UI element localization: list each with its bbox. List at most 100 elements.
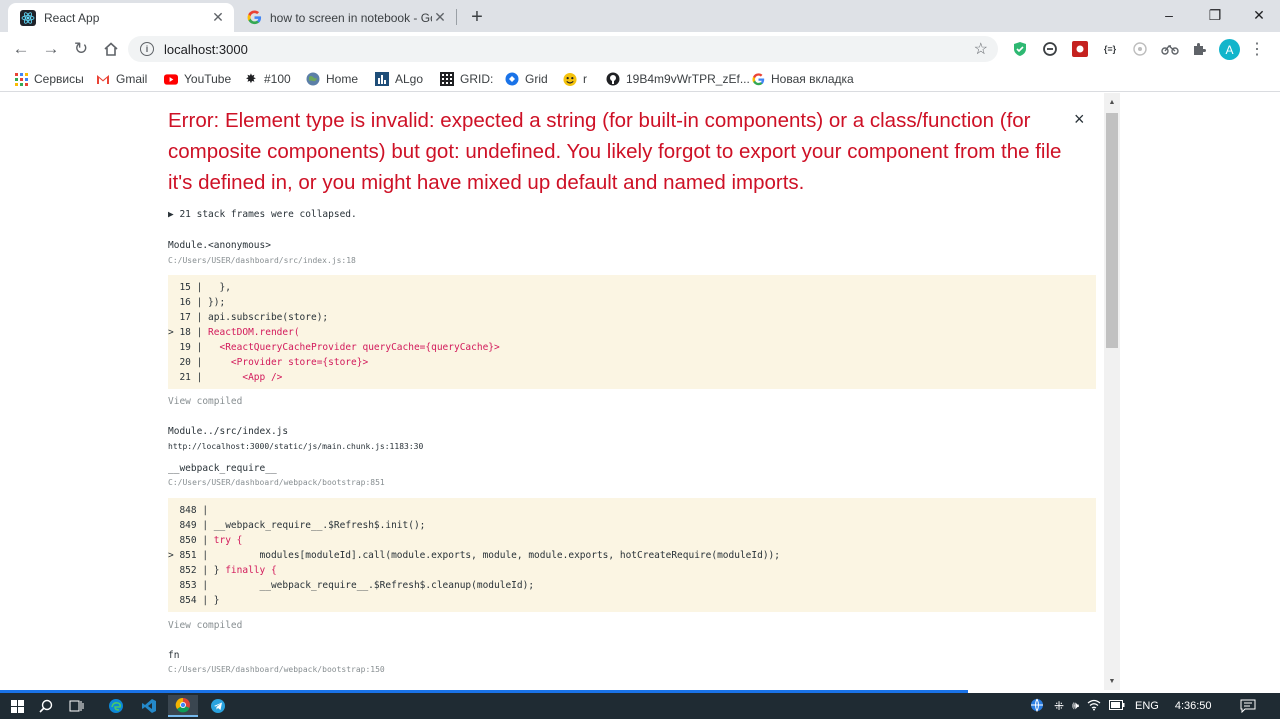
tab-strip: React App ✕ how to screen in notebook - … <box>0 0 1280 32</box>
bookmark-gmail[interactable]: Gmail <box>96 70 147 88</box>
language-indicator[interactable]: ENG <box>1135 700 1159 712</box>
error-overlay: Error: Element type is invalid: expected… <box>0 93 1104 690</box>
sync-extension-icon[interactable] <box>1041 40 1059 58</box>
bookmark-label: Home <box>326 72 359 86</box>
grid-circle-icon <box>505 72 519 86</box>
code-line-highlighted: > 18 | ReactDOM.render( <box>168 327 300 338</box>
bike-extension-icon[interactable] <box>1161 40 1179 58</box>
frame-file-link[interactable]: http://localhost:3000/static/js/main.chu… <box>168 442 423 451</box>
code-line: 17 | api.subscribe(store); <box>168 312 329 323</box>
frame-file-link[interactable]: C:/Users/USER/dashboard/webpack/bootstra… <box>168 478 385 487</box>
collapsed-frames-toggle[interactable]: ▶ 21 stack frames were collapsed. <box>168 209 357 220</box>
pinwheel-extension-icon[interactable] <box>1131 40 1149 58</box>
red-extension-icon[interactable] <box>1071 40 1089 58</box>
frame-file-link[interactable]: C:/Users/USER/dashboard/webpack/bootstra… <box>168 665 385 674</box>
address-bar[interactable]: i localhost:3000 ☆ <box>128 36 998 62</box>
code-line: 854 | } <box>168 595 220 606</box>
view-compiled-link[interactable]: View compiled <box>168 396 242 407</box>
frame-function: __webpack_require__ <box>168 463 277 474</box>
bookmark-label: r <box>583 72 587 86</box>
minimize-button[interactable]: – <box>1146 0 1192 30</box>
code-snippet: 848 | 849 | __webpack_require__.$Refresh… <box>168 498 1096 612</box>
tab-google-search[interactable]: how to screen in notebook - Goo ✕ <box>234 3 456 32</box>
maximize-button[interactable]: ❐ <box>1192 0 1238 30</box>
scrollbar-thumb[interactable] <box>1106 113 1118 348</box>
codeforces-icon: ✸ <box>245 71 257 86</box>
edge-taskbar-button[interactable] <box>101 695 131 717</box>
home-icon <box>104 42 118 56</box>
bookmark-github-link[interactable]: 19B4m9vWrTPR_zEf... <box>606 70 750 88</box>
bookmark-home[interactable]: Home <box>306 70 358 88</box>
site-info-icon[interactable]: i <box>140 42 154 56</box>
system-tray: ⁜ 🕪 ENG 4:36:50 <box>1030 693 1212 719</box>
bookmark-new-tab[interactable]: Новая вкладка <box>751 70 854 88</box>
scroll-down-icon[interactable]: ▼ <box>1104 675 1120 687</box>
youtube-icon <box>164 72 178 86</box>
tab-separator <box>456 9 457 25</box>
frame-file-link[interactable]: C:/Users/USER/dashboard/src/index.js:18 <box>168 256 356 265</box>
bookmark-label: Сервисы <box>34 72 84 86</box>
telegram-taskbar-button[interactable] <box>203 695 233 717</box>
task-view-button[interactable] <box>62 695 92 717</box>
code-line: 16 | }); <box>168 297 226 308</box>
shield-extension-icon[interactable] <box>1011 40 1029 58</box>
start-button[interactable] <box>2 695 32 717</box>
gmail-icon <box>96 72 110 86</box>
bookmarks-bar: Сервисы Gmail YouTube ✸ #100 Home ALgo G… <box>0 66 1280 92</box>
back-button[interactable]: ← <box>8 36 34 62</box>
close-window-button[interactable]: ✕ <box>1236 0 1280 30</box>
bookmark-label: GRID: <box>460 72 494 86</box>
json-extension-icon[interactable]: {≡} <box>1101 40 1119 58</box>
bookmark-label: ALgo <box>395 72 424 86</box>
tab-close-icon[interactable]: ✕ <box>432 9 448 26</box>
bookmark-100[interactable]: ✸ #100 <box>244 70 291 88</box>
network-globe-icon[interactable] <box>1030 698 1044 715</box>
tab-close-icon[interactable]: ✕ <box>210 9 226 26</box>
search-button[interactable] <box>31 695 61 717</box>
bookmark-label: Gmail <box>116 72 148 86</box>
scroll-up-icon[interactable]: ▲ <box>1104 96 1120 108</box>
bookmark-label: 19B4m9vWrTPR_zEf... <box>626 72 750 86</box>
react-icon <box>20 9 36 26</box>
code-line: 849 | __webpack_require__.$Refresh$.init… <box>168 520 426 531</box>
task-view-icon <box>69 700 84 712</box>
bookmark-label: YouTube <box>184 72 232 86</box>
tab-react-app[interactable]: React App ✕ <box>8 3 234 32</box>
battery-icon[interactable] <box>1109 699 1125 713</box>
vertical-scrollbar[interactable]: ▲ ▼ <box>1104 93 1120 690</box>
puzzle-extensions-icon[interactable] <box>1190 40 1208 58</box>
telegram-icon <box>211 699 225 713</box>
menu-kebab-icon[interactable]: ⋮ <box>1249 39 1265 59</box>
clock[interactable]: 4:36:50 <box>1175 700 1212 712</box>
github-icon <box>606 72 620 86</box>
volume-icon[interactable]: 🕪 <box>1072 700 1079 713</box>
reload-button[interactable]: ↻ <box>68 36 94 62</box>
bookmark-r[interactable]: r <box>563 70 587 88</box>
forward-button[interactable]: → <box>38 36 64 62</box>
close-overlay-button[interactable]: × <box>1074 109 1085 130</box>
action-center-icon <box>1240 699 1256 713</box>
frame-function: Module../src/index.js <box>168 426 289 437</box>
usb-icon[interactable]: ⁜ <box>1054 699 1064 713</box>
code-snippet: 15 | }, 16 | }); 17 | api.subscribe(stor… <box>168 275 1096 389</box>
grid-icon <box>440 72 454 86</box>
profile-avatar[interactable]: A <box>1219 39 1240 60</box>
bookmark-services[interactable]: Сервисы <box>14 70 84 88</box>
home-button[interactable] <box>98 36 124 62</box>
chrome-taskbar-button[interactable] <box>168 695 198 717</box>
url-text[interactable]: localhost:3000 <box>164 42 974 57</box>
notifications-button[interactable] <box>1240 693 1256 719</box>
bookmark-algo[interactable]: ALgo <box>375 70 423 88</box>
arrow-left-icon: ← <box>12 39 30 58</box>
error-message: Error: Element type is invalid: expected… <box>168 109 1062 194</box>
code-line: 21 | <App /> <box>168 372 283 383</box>
new-tab-button[interactable]: + <box>466 6 488 28</box>
bookmark-star-icon[interactable]: ☆ <box>974 39 988 59</box>
wifi-icon[interactable] <box>1087 699 1101 714</box>
view-compiled-link[interactable]: View compiled <box>168 620 242 631</box>
bookmark-grid[interactable]: Grid <box>505 70 548 88</box>
vscode-taskbar-button[interactable] <box>134 695 164 717</box>
bookmark-youtube[interactable]: YouTube <box>164 70 231 88</box>
page-margin <box>1120 93 1280 690</box>
bookmark-grid-colon[interactable]: GRID: <box>440 70 493 88</box>
